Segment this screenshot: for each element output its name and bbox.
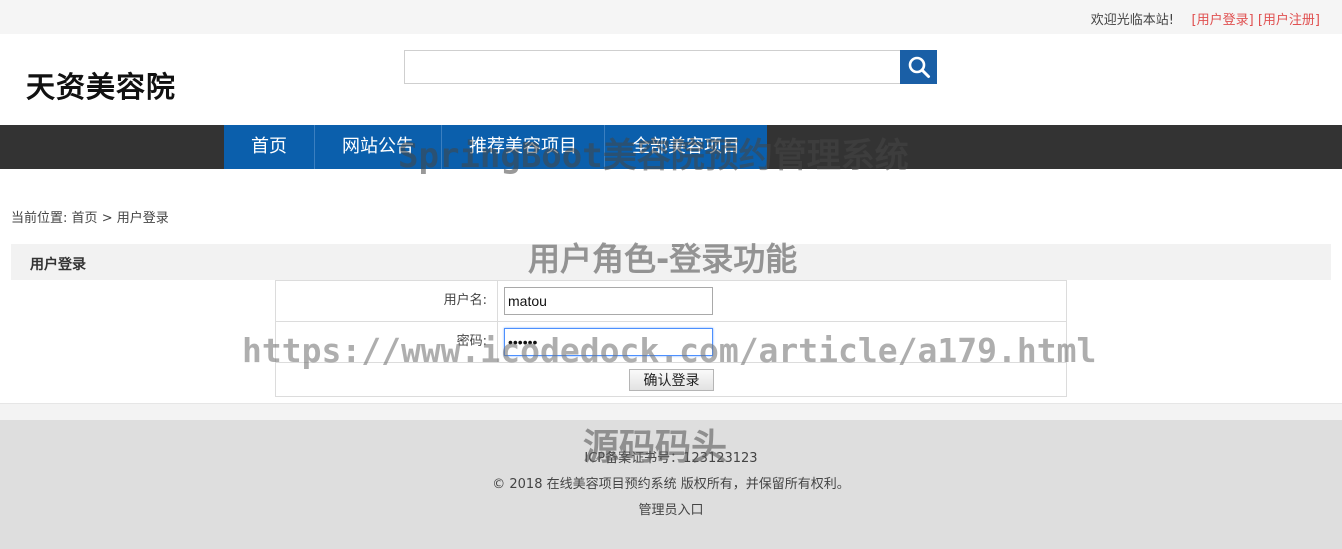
search-icon (908, 56, 930, 78)
search-input[interactable] (404, 50, 901, 84)
nav-all-items[interactable]: 全部美容项目 (605, 125, 767, 169)
password-label: 密码: (276, 322, 498, 362)
welcome-text: 欢迎光临本站! (1090, 13, 1174, 28)
username-input[interactable] (504, 287, 713, 315)
nav-recommended-items[interactable]: 推荐美容项目 (442, 125, 605, 169)
footer-copyright: © 2018 在线美容项目预约系统 版权所有，并保留所有权利。 (492, 477, 850, 492)
nav-announcements[interactable]: 网站公告 (315, 125, 442, 169)
login-form: 用户名: 密码: 确认登录 (275, 280, 1067, 397)
footer-icp: ICP备案证书号：123123123 (584, 451, 758, 466)
site-logo[interactable]: 天资美容院 (26, 64, 176, 106)
admin-entry-link-text[interactable]: 管理员入口 (638, 503, 703, 518)
breadcrumb-current: 用户登录 (116, 211, 169, 226)
username-row: 用户名: (276, 281, 1066, 322)
main-nav: 首页 网站公告 推荐美容项目 全部美容项目 (0, 125, 1342, 169)
panel-title: 用户登录 (30, 257, 86, 273)
page: 欢迎光临本站! [用户登录] [用户注册] 天资美容院 首页 网站公告 推荐美容… (0, 0, 1342, 549)
user-login-link[interactable]: [用户登录] (1192, 13, 1254, 28)
account-links: [用户登录] [用户注册] (1192, 9, 1320, 28)
footer-divider (0, 403, 1342, 420)
search-button[interactable] (900, 50, 937, 84)
breadcrumb-separator: > (101, 211, 113, 226)
breadcrumb-home[interactable]: 首页 (72, 211, 98, 226)
user-register-link[interactable]: [用户注册] (1258, 13, 1320, 28)
username-label: 用户名: (276, 281, 498, 321)
admin-entry-link: 管理员入口 (0, 499, 1342, 518)
breadcrumb-prefix: 当前位置: (11, 211, 68, 226)
top-bar: 欢迎光临本站! [用户登录] [用户注册] (0, 0, 1342, 34)
login-submit-button[interactable]: 确认登录 (629, 369, 714, 391)
nav-home[interactable]: 首页 (224, 125, 315, 169)
panel-header: 用户登录 (11, 244, 1331, 280)
breadcrumb: 当前位置: 首页 > 用户登录 (11, 207, 169, 226)
password-input[interactable] (504, 328, 713, 356)
footer: ICP备案证书号：123123123 © 2018 在线美容项目预约系统 版权所… (0, 420, 1342, 549)
password-row: 密码: (276, 322, 1066, 363)
